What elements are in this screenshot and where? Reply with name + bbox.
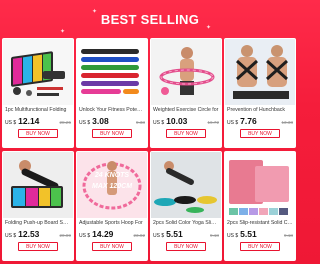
hoop-size-label: MAX 120CM bbox=[91, 183, 133, 190]
original-price: 28.25 bbox=[59, 120, 72, 125]
hoop-knots-label: 24 KNOTS bbox=[94, 172, 130, 179]
price-row: US $ 5.51 9.18 bbox=[224, 228, 296, 240]
price-row: US $ 12.14 28.25 bbox=[2, 115, 74, 127]
sparkle-icon: ✦ bbox=[60, 29, 66, 35]
sparkle-icon: ✦ bbox=[206, 25, 212, 31]
product-card[interactable]: 1pc Multifunctional Folding US $ 12.14 2… bbox=[2, 38, 74, 148]
buy-now-button[interactable]: BUY NOW bbox=[240, 129, 280, 138]
original-price: 9.33 bbox=[136, 120, 145, 125]
original-price: 20.89 bbox=[59, 233, 72, 238]
product-title[interactable]: Adjustable Sports Hoop For bbox=[76, 218, 148, 228]
product-price: 3.08 bbox=[92, 116, 109, 126]
currency-label: US $ bbox=[227, 120, 239, 126]
product-title[interactable]: Weighted Exercise Circle for bbox=[150, 105, 222, 115]
currency-label: US $ bbox=[153, 120, 165, 126]
currency-label: US $ bbox=[227, 233, 239, 239]
banner-title: BEST SELLING bbox=[100, 11, 200, 27]
product-price: 7.76 bbox=[240, 116, 257, 126]
price-row: US $ 14.29 23.82 bbox=[76, 228, 148, 240]
product-price: 12.53 bbox=[18, 229, 40, 239]
buy-now-button[interactable]: BUY NOW bbox=[18, 129, 58, 138]
push-up-board-image bbox=[3, 39, 73, 105]
product-title[interactable]: Prevention of Hunchback bbox=[224, 105, 296, 115]
currency-label: US $ bbox=[5, 233, 17, 239]
product-title[interactable]: Folding Push-up Board Support bbox=[2, 218, 74, 228]
product-card[interactable]: 24 KNOTS MAX 120CM Adjustable Sports Hoo… bbox=[76, 151, 148, 261]
sparkle-icon: ✦ bbox=[92, 9, 98, 15]
product-title[interactable]: 2pcs Solid Color Yoga Sliding bbox=[150, 218, 222, 228]
yoga-blocks-image bbox=[225, 152, 295, 218]
original-price: 9.18 bbox=[284, 233, 293, 238]
original-price: 16.72 bbox=[207, 120, 220, 125]
price-row: US $ 3.08 9.33 bbox=[76, 115, 148, 127]
original-price: 9.18 bbox=[210, 233, 219, 238]
buy-now-button[interactable]: BUY NOW bbox=[18, 242, 58, 251]
resistance-bands-image bbox=[77, 39, 147, 105]
currency-label: US $ bbox=[5, 120, 17, 126]
smart-hula-hoop-image bbox=[151, 39, 221, 105]
product-card[interactable]: Folding Push-up Board Support US $ 12.53… bbox=[2, 151, 74, 261]
original-price: 13.38 bbox=[281, 120, 294, 125]
product-title[interactable]: Unlock Your Fitness Potential bbox=[76, 105, 148, 115]
product-title[interactable]: 1pc Multifunctional Folding bbox=[2, 105, 74, 115]
product-price: 5.51 bbox=[166, 229, 183, 239]
currency-label: US $ bbox=[153, 233, 165, 239]
posture-corrector-image bbox=[225, 39, 295, 105]
product-card[interactable]: Weighted Exercise Circle for US $ 10.03 … bbox=[150, 38, 222, 148]
currency-label: US $ bbox=[79, 233, 91, 239]
price-row: US $ 5.51 9.18 bbox=[150, 228, 222, 240]
gliding-discs-image bbox=[151, 152, 221, 218]
push-up-board-image bbox=[3, 152, 73, 218]
product-price: 12.14 bbox=[18, 116, 40, 126]
original-price: 23.82 bbox=[133, 233, 146, 238]
product-price: 5.51 bbox=[240, 229, 257, 239]
price-row: US $ 10.03 16.72 bbox=[150, 115, 222, 127]
buy-now-button[interactable]: BUY NOW bbox=[166, 129, 206, 138]
adjustable-hoop-image: 24 KNOTS MAX 120CM bbox=[77, 152, 147, 218]
price-row: US $ 7.76 13.38 bbox=[224, 115, 296, 127]
product-card[interactable]: Prevention of Hunchback US $ 7.76 13.38 … bbox=[224, 38, 296, 148]
product-grid: 1pc Multifunctional Folding US $ 12.14 2… bbox=[2, 38, 298, 262]
buy-now-button[interactable]: BUY NOW bbox=[166, 242, 206, 251]
product-card[interactable]: Unlock Your Fitness Potential US $ 3.08 … bbox=[76, 38, 148, 148]
currency-label: US $ bbox=[79, 120, 91, 126]
product-card[interactable]: 2pcs Solid Color Yoga Sliding US $ 5.51 … bbox=[150, 151, 222, 261]
buy-now-button[interactable]: BUY NOW bbox=[92, 129, 132, 138]
product-price: 14.29 bbox=[92, 229, 114, 239]
buy-now-button[interactable]: BUY NOW bbox=[92, 242, 132, 251]
product-card[interactable]: 2pcs Slip-resistant Solid Color US $ 5.5… bbox=[224, 151, 296, 261]
price-row: US $ 12.53 20.89 bbox=[2, 228, 74, 240]
promo-banner: ✦ ✦ ✦ BEST SELLING bbox=[0, 0, 300, 38]
product-title[interactable]: 2pcs Slip-resistant Solid Color bbox=[224, 218, 296, 228]
buy-now-button[interactable]: BUY NOW bbox=[240, 242, 280, 251]
product-price: 10.03 bbox=[166, 116, 188, 126]
